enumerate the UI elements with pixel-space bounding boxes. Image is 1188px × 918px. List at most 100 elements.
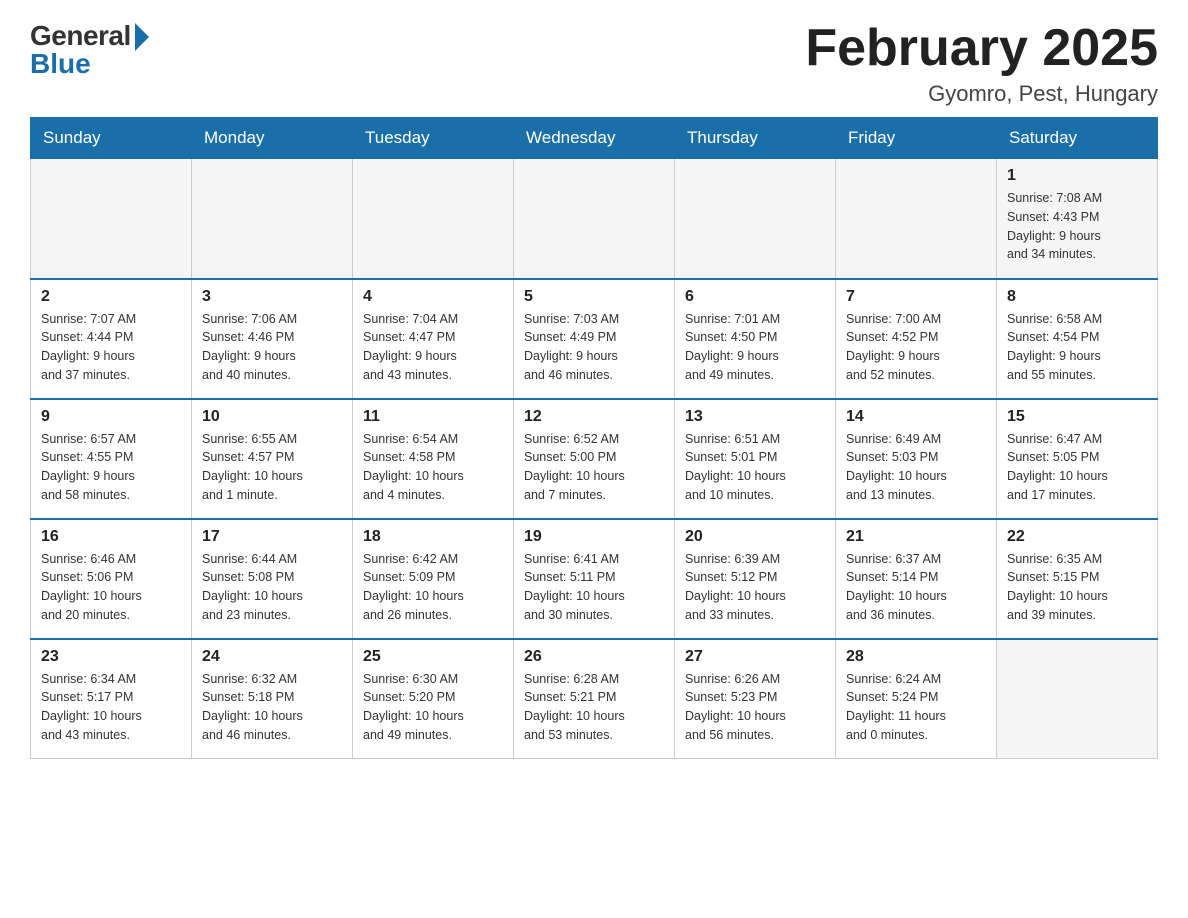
- day-number: 6: [685, 288, 825, 306]
- day-info: Sunrise: 6:49 AMSunset: 5:03 PMDaylight:…: [846, 430, 986, 505]
- calendar-cell: 17 Sunrise: 6:44 AMSunset: 5:08 PMDayligh…: [192, 519, 353, 639]
- calendar-cell: 23 Sunrise: 6:34 AMSunset: 5:17 PMDayligh…: [31, 639, 192, 759]
- calendar-cell: 22Sunrise: 6:35 AMSunset: 5:15 PMDayligh…: [997, 519, 1158, 639]
- day-info: Sunrise: 6:58 AMSunset: 4:54 PMDaylight:…: [1007, 310, 1147, 385]
- calendar-cell: [997, 639, 1158, 759]
- day-number: 19: [524, 528, 664, 546]
- day-number: 3: [202, 288, 342, 306]
- logo-arrow-icon: [135, 23, 149, 51]
- day-info: Sunrise: 6:24 AMSunset: 5:24 PMDaylight:…: [846, 670, 986, 745]
- calendar-cell: [514, 159, 675, 279]
- calendar-cell: 2 Sunrise: 7:07 AMSunset: 4:44 PMDaylight…: [31, 279, 192, 399]
- weekday-header-monday: Monday: [192, 118, 353, 159]
- day-info: Sunrise: 6:37 AMSunset: 5:14 PMDaylight:…: [846, 550, 986, 625]
- day-info: Sunrise: 6:47 AMSunset: 5:05 PMDaylight:…: [1007, 430, 1147, 505]
- location-subtitle: Gyomro, Pest, Hungary: [805, 81, 1158, 107]
- calendar-cell: 18 Sunrise: 6:42 AMSunset: 5:09 PMDayligh…: [353, 519, 514, 639]
- day-number: 13: [685, 408, 825, 426]
- calendar-cell: 8Sunrise: 6:58 AMSunset: 4:54 PMDaylight…: [997, 279, 1158, 399]
- day-number: 14: [846, 408, 986, 426]
- page-header: General Blue February 2025 Gyomro, Pest,…: [30, 20, 1158, 107]
- calendar-cell: 20Sunrise: 6:39 AMSunset: 5:12 PMDayligh…: [675, 519, 836, 639]
- day-info: Sunrise: 7:08 AMSunset: 4:43 PMDaylight:…: [1007, 189, 1147, 264]
- calendar-cell: 13 Sunrise: 6:51 AMSunset: 5:01 PMDayligh…: [675, 399, 836, 519]
- day-number: 5: [524, 288, 664, 306]
- calendar-cell: [31, 159, 192, 279]
- week-row-4: 16 Sunrise: 6:46 AMSunset: 5:06 PMDayligh…: [31, 519, 1158, 639]
- calendar-cell: 4 Sunrise: 7:04 AMSunset: 4:47 PMDaylight…: [353, 279, 514, 399]
- day-info: Sunrise: 6:42 AMSunset: 5:09 PMDaylight:…: [363, 550, 503, 625]
- calendar-cell: 12 Sunrise: 6:52 AMSunset: 5:00 PMDayligh…: [514, 399, 675, 519]
- month-year-title: February 2025: [805, 20, 1158, 77]
- week-row-5: 23 Sunrise: 6:34 AMSunset: 5:17 PMDayligh…: [31, 639, 1158, 759]
- weekday-header-row: SundayMondayTuesdayWednesdayThursdayFrid…: [31, 118, 1158, 159]
- day-number: 25: [363, 648, 503, 666]
- day-number: 23: [41, 648, 181, 666]
- day-info: Sunrise: 6:44 AMSunset: 5:08 PMDaylight:…: [202, 550, 342, 625]
- day-number: 12: [524, 408, 664, 426]
- day-info: Sunrise: 6:39 AMSunset: 5:12 PMDaylight:…: [685, 550, 825, 625]
- title-block: February 2025 Gyomro, Pest, Hungary: [805, 20, 1158, 107]
- calendar-cell: 25 Sunrise: 6:30 AMSunset: 5:20 PMDayligh…: [353, 639, 514, 759]
- day-info: Sunrise: 6:41 AMSunset: 5:11 PMDaylight:…: [524, 550, 664, 625]
- calendar-cell: 14 Sunrise: 6:49 AMSunset: 5:03 PMDayligh…: [836, 399, 997, 519]
- day-number: 22: [1007, 528, 1147, 546]
- weekday-header-friday: Friday: [836, 118, 997, 159]
- day-info: Sunrise: 6:32 AMSunset: 5:18 PMDaylight:…: [202, 670, 342, 745]
- calendar-cell: 24 Sunrise: 6:32 AMSunset: 5:18 PMDayligh…: [192, 639, 353, 759]
- day-number: 21: [846, 528, 986, 546]
- weekday-header-saturday: Saturday: [997, 118, 1158, 159]
- calendar-cell: 3 Sunrise: 7:06 AMSunset: 4:46 PMDaylight…: [192, 279, 353, 399]
- weekday-header-wednesday: Wednesday: [514, 118, 675, 159]
- day-info: Sunrise: 7:01 AMSunset: 4:50 PMDaylight:…: [685, 310, 825, 385]
- day-info: Sunrise: 6:30 AMSunset: 5:20 PMDaylight:…: [363, 670, 503, 745]
- day-number: 18: [363, 528, 503, 546]
- weekday-header-tuesday: Tuesday: [353, 118, 514, 159]
- day-info: Sunrise: 6:57 AMSunset: 4:55 PMDaylight:…: [41, 430, 181, 505]
- calendar-cell: 11 Sunrise: 6:54 AMSunset: 4:58 PMDayligh…: [353, 399, 514, 519]
- day-info: Sunrise: 7:04 AMSunset: 4:47 PMDaylight:…: [363, 310, 503, 385]
- day-info: Sunrise: 7:03 AMSunset: 4:49 PMDaylight:…: [524, 310, 664, 385]
- weekday-header-sunday: Sunday: [31, 118, 192, 159]
- day-info: Sunrise: 6:46 AMSunset: 5:06 PMDaylight:…: [41, 550, 181, 625]
- calendar-cell: 5 Sunrise: 7:03 AMSunset: 4:49 PMDaylight…: [514, 279, 675, 399]
- day-info: Sunrise: 7:06 AMSunset: 4:46 PMDaylight:…: [202, 310, 342, 385]
- calendar-table: SundayMondayTuesdayWednesdayThursdayFrid…: [30, 117, 1158, 759]
- calendar-cell: 7 Sunrise: 7:00 AMSunset: 4:52 PMDaylight…: [836, 279, 997, 399]
- logo-blue-text: Blue: [30, 48, 91, 80]
- calendar-cell: 26 Sunrise: 6:28 AMSunset: 5:21 PMDayligh…: [514, 639, 675, 759]
- day-number: 2: [41, 288, 181, 306]
- calendar-cell: [353, 159, 514, 279]
- week-row-2: 2 Sunrise: 7:07 AMSunset: 4:44 PMDaylight…: [31, 279, 1158, 399]
- calendar-cell: 6 Sunrise: 7:01 AMSunset: 4:50 PMDaylight…: [675, 279, 836, 399]
- day-number: 16: [41, 528, 181, 546]
- calendar-cell: 9Sunrise: 6:57 AMSunset: 4:55 PMDaylight…: [31, 399, 192, 519]
- day-number: 24: [202, 648, 342, 666]
- week-row-1: 1 Sunrise: 7:08 AMSunset: 4:43 PMDaylight…: [31, 159, 1158, 279]
- calendar-cell: 28 Sunrise: 6:24 AMSunset: 5:24 PMDayligh…: [836, 639, 997, 759]
- day-number: 10: [202, 408, 342, 426]
- day-info: Sunrise: 6:34 AMSunset: 5:17 PMDaylight:…: [41, 670, 181, 745]
- calendar-cell: 27Sunrise: 6:26 AMSunset: 5:23 PMDayligh…: [675, 639, 836, 759]
- day-info: Sunrise: 6:28 AMSunset: 5:21 PMDaylight:…: [524, 670, 664, 745]
- day-number: 28: [846, 648, 986, 666]
- calendar-cell: 21 Sunrise: 6:37 AMSunset: 5:14 PMDayligh…: [836, 519, 997, 639]
- day-info: Sunrise: 6:51 AMSunset: 5:01 PMDaylight:…: [685, 430, 825, 505]
- day-number: 26: [524, 648, 664, 666]
- day-info: Sunrise: 6:26 AMSunset: 5:23 PMDaylight:…: [685, 670, 825, 745]
- calendar-cell: [836, 159, 997, 279]
- week-row-3: 9Sunrise: 6:57 AMSunset: 4:55 PMDaylight…: [31, 399, 1158, 519]
- calendar-cell: 15Sunrise: 6:47 AMSunset: 5:05 PMDayligh…: [997, 399, 1158, 519]
- day-info: Sunrise: 7:07 AMSunset: 4:44 PMDaylight:…: [41, 310, 181, 385]
- day-info: Sunrise: 7:00 AMSunset: 4:52 PMDaylight:…: [846, 310, 986, 385]
- day-info: Sunrise: 6:52 AMSunset: 5:00 PMDaylight:…: [524, 430, 664, 505]
- day-number: 11: [363, 408, 503, 426]
- day-info: Sunrise: 6:55 AMSunset: 4:57 PMDaylight:…: [202, 430, 342, 505]
- day-number: 17: [202, 528, 342, 546]
- day-info: Sunrise: 6:54 AMSunset: 4:58 PMDaylight:…: [363, 430, 503, 505]
- day-number: 1: [1007, 167, 1147, 185]
- calendar-cell: [192, 159, 353, 279]
- day-number: 7: [846, 288, 986, 306]
- weekday-header-thursday: Thursday: [675, 118, 836, 159]
- day-number: 4: [363, 288, 503, 306]
